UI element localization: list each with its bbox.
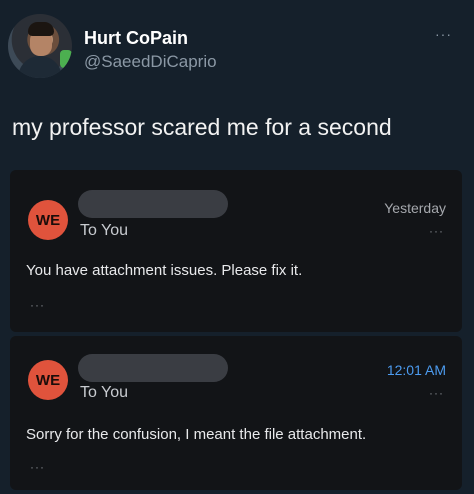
email-time: Yesterday [384, 200, 446, 216]
email-more-icon[interactable]: ··· [429, 386, 444, 400]
sender-avatar: WE [28, 200, 68, 240]
expand-quoted-icon[interactable]: ··· [30, 460, 45, 474]
email-body: Sorry for the confusion, I meant the fil… [26, 426, 367, 443]
tweet-text: my professor scared me for a second [12, 114, 392, 140]
recipient-label: To You [80, 222, 129, 239]
email-card[interactable]: WE To You Yesterday ··· You have attachm… [10, 170, 462, 332]
avatar-detail [60, 50, 72, 68]
avatar-hair [28, 22, 54, 36]
email-card[interactable]: WE To You 12:01 AM ··· Sorry for the con… [10, 336, 462, 490]
expand-quoted-icon[interactable]: ··· [30, 298, 45, 312]
user-handle[interactable]: @SaeedDiCaprio [84, 52, 217, 72]
sender-avatar: WE [28, 360, 68, 400]
recipient-label: To You [80, 384, 129, 401]
redacted-sender-name [78, 190, 228, 218]
tweet-header: Hurt CoPain @SaeedDiCaprio ··· [0, 0, 474, 100]
more-options-icon[interactable]: ··· [435, 26, 452, 42]
redacted-sender-name [78, 354, 228, 382]
display-name[interactable]: Hurt CoPain [84, 28, 188, 49]
email-body: You have attachment issues. Please fix i… [26, 262, 303, 279]
email-more-icon[interactable]: ··· [429, 224, 444, 238]
avatar-shirt [18, 56, 62, 78]
avatar[interactable] [8, 14, 72, 78]
email-time: 12:01 AM [386, 362, 446, 378]
